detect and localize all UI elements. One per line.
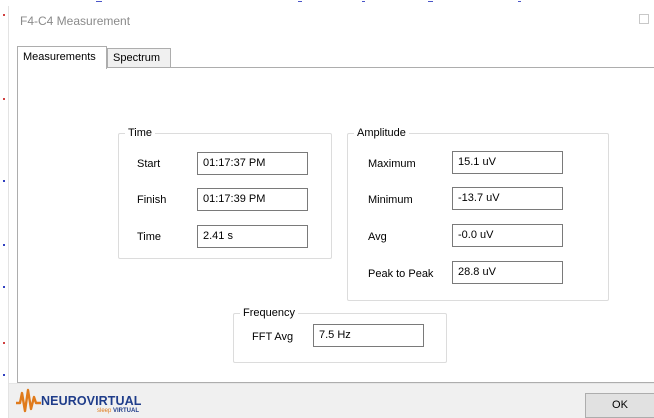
minimum-field[interactable]: -13.7 uV: [452, 187, 563, 210]
minimum-label: Minimum: [368, 194, 413, 206]
group-title: Frequency: [240, 307, 298, 320]
fft-avg-field[interactable]: 7.5 Hz: [313, 324, 424, 347]
logo-wordmark: NEUROVIRTUAL: [41, 394, 142, 408]
avg-label: Avg: [368, 231, 387, 243]
maximum-value: 15.1 uV: [458, 156, 496, 168]
tab-spectrum[interactable]: Spectrum: [107, 48, 171, 68]
ok-button-label: OK: [612, 399, 628, 411]
ok-button[interactable]: OK: [585, 393, 654, 418]
start-value: 01:17:37 PM: [203, 157, 266, 169]
brainwave-logo-icon: [16, 388, 41, 413]
avg-field[interactable]: -0.0 uV: [452, 224, 563, 247]
start-field[interactable]: 01:17:37 PM: [197, 152, 308, 175]
tab-label: Measurements: [23, 51, 96, 63]
artifact-dot: [3, 342, 5, 344]
amplitude-group: Amplitude Maximum 15.1 uV Minimum -13.7 …: [347, 127, 609, 301]
start-label: Start: [137, 158, 161, 170]
measurements-panel: Time Start 01:17:37 PM Finish 01:17:39 P…: [17, 67, 654, 383]
window-title: F4-C4 Measurement: [20, 14, 131, 28]
maximum-label: Maximum: [368, 158, 416, 170]
duration-field[interactable]: 2.41 s: [197, 225, 308, 248]
tab-measurements[interactable]: Measurements: [17, 46, 107, 69]
artifact-dot: [3, 374, 5, 376]
duration-label: Time: [137, 231, 162, 243]
peak-to-peak-field[interactable]: 28.8 uV: [452, 261, 563, 284]
close-icon[interactable]: [639, 14, 649, 24]
minimum-value: -13.7 uV: [458, 192, 500, 204]
peak-to-peak-value: 28.8 uV: [458, 266, 496, 278]
logo-tagline: sleep VIRTUAL: [97, 408, 139, 414]
time-group: Time Start 01:17:37 PM Finish 01:17:39 P…: [118, 127, 332, 259]
dialog-footer: NEUROVIRTUAL sleep VIRTUAL OK: [9, 383, 654, 418]
artifact-dot: [3, 98, 5, 100]
maximum-field[interactable]: 15.1 uV: [452, 151, 563, 174]
tab-label: Spectrum: [113, 52, 161, 64]
artifact-dot: [3, 244, 5, 246]
duration-value: 2.41 s: [203, 230, 233, 242]
finish-field[interactable]: 01:17:39 PM: [197, 188, 308, 211]
title-bar: F4-C4 Measurement: [9, 6, 654, 36]
logo-tagline-sleep: sleep: [97, 408, 112, 414]
avg-value: -0.0 uV: [458, 229, 494, 241]
group-title: Time: [125, 127, 156, 140]
neurovirtual-logo: NEUROVIRTUAL sleep VIRTUAL: [15, 387, 165, 417]
fft-avg-value: 7.5 Hz: [319, 329, 351, 341]
artifact-dot: [3, 14, 5, 16]
artifact-dot: [3, 286, 5, 288]
background-window-edge: [0, 0, 8, 418]
finish-label: Finish: [137, 194, 167, 206]
peak-to-peak-label: Peak to Peak: [368, 268, 434, 280]
frequency-group: Frequency FFT Avg 7.5 Hz: [233, 307, 447, 363]
measurement-dialog: F4-C4 Measurement Measurements Spectrum …: [8, 6, 654, 418]
fft-avg-label: FFT Avg: [252, 331, 294, 343]
group-title: Amplitude: [354, 127, 409, 140]
tab-strip: Measurements Spectrum: [17, 46, 654, 69]
artifact-dot: [3, 180, 5, 182]
logo-tagline-virtual: VIRTUAL: [113, 408, 140, 414]
background-window-top-edge: [60, 0, 620, 4]
finish-value: 01:17:39 PM: [203, 193, 266, 205]
